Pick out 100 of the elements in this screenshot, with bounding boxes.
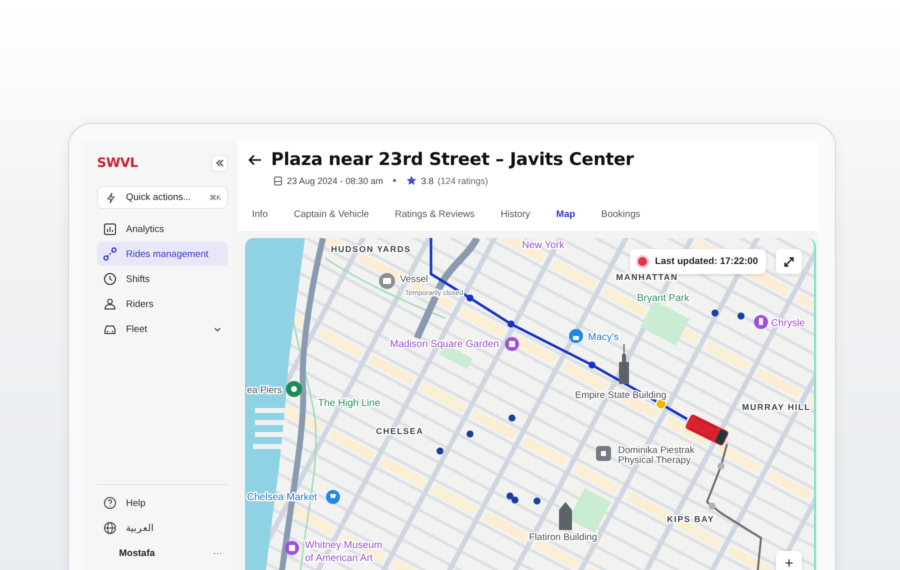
building-block xyxy=(551,260,596,290)
map-label: Chrysle xyxy=(771,318,805,329)
stop-marker xyxy=(718,462,724,470)
location-pin-icon xyxy=(286,381,302,397)
stop-marker xyxy=(466,294,474,302)
building-block xyxy=(768,470,812,500)
museum-pin-icon xyxy=(285,541,299,555)
tab[interactable]: Captain & Vehicle xyxy=(280,205,382,231)
map-label: Dominika Piestrak xyxy=(618,445,695,456)
map-label: CHELSEA xyxy=(376,426,424,436)
subway-icon xyxy=(712,310,718,316)
help-link[interactable]: Help xyxy=(97,491,228,515)
building-block xyxy=(318,328,363,358)
map-label: Physical Therapy xyxy=(618,455,691,466)
bus-icon xyxy=(273,176,283,186)
back-arrow-icon xyxy=(248,154,262,166)
language-link[interactable]: العربية xyxy=(97,516,228,540)
building-block xyxy=(460,308,506,338)
more-button[interactable]: ··· xyxy=(213,548,222,558)
subway-icon xyxy=(508,414,516,422)
ride-date: 23 Aug 2024 - 08:30 am xyxy=(287,176,384,186)
map-label: MURRAY HILL xyxy=(742,402,811,412)
help-icon xyxy=(103,496,117,510)
map-label: New York xyxy=(522,240,564,251)
tab[interactable]: Info xyxy=(248,205,281,231)
tower-pin-icon xyxy=(754,315,768,329)
route-icon xyxy=(103,247,117,261)
building-block xyxy=(369,355,414,385)
collapse-button[interactable] xyxy=(211,154,228,172)
map-label: KIPS BAY xyxy=(667,514,714,524)
camera-pin-icon xyxy=(379,273,395,289)
tab[interactable]: Bookings xyxy=(588,205,654,231)
building-block xyxy=(512,334,556,364)
building-block xyxy=(756,368,802,398)
square-pin-icon xyxy=(596,446,611,461)
subway-icon xyxy=(738,312,744,320)
separator-dot xyxy=(393,179,396,182)
people-icon xyxy=(103,297,117,311)
building-block xyxy=(482,512,528,542)
tab[interactable]: Ratings & Reviews xyxy=(382,205,488,231)
building-block xyxy=(728,546,772,570)
building-block xyxy=(716,444,762,474)
ride-title: Plaza near 23rd Street – Javits Center xyxy=(271,150,634,170)
map-label: HUDSON YARDS xyxy=(331,244,412,254)
expand-icon xyxy=(783,256,795,268)
building-block xyxy=(380,458,426,488)
tab[interactable]: History xyxy=(488,205,544,231)
nav-item[interactable]: Rides management xyxy=(97,242,228,266)
tab[interactable]: Map xyxy=(543,205,588,231)
building-block xyxy=(472,410,516,440)
stop-marker xyxy=(508,320,514,328)
subway-icon xyxy=(466,430,474,438)
nav-item[interactable]: Analytics xyxy=(97,217,228,241)
building-block xyxy=(562,362,608,392)
star-icon xyxy=(406,175,418,186)
lightning-icon xyxy=(105,192,117,204)
clock-icon xyxy=(103,272,117,286)
app-logo: SWVL xyxy=(97,156,138,170)
lock-pin-icon xyxy=(569,329,583,343)
map-label: Vessel xyxy=(400,274,428,285)
double-chevron-icon xyxy=(214,158,224,168)
zoom-in-button[interactable]: + xyxy=(776,551,802,570)
nav-item[interactable]: Riders xyxy=(97,292,228,316)
van-icon xyxy=(684,414,730,446)
cart-pin-icon xyxy=(326,490,340,504)
current-stop-marker xyxy=(656,398,666,410)
stop-marker xyxy=(708,502,716,510)
building-block xyxy=(705,341,750,371)
globe-icon xyxy=(103,521,117,535)
building-block xyxy=(574,464,619,494)
map-label: Macy's xyxy=(588,332,619,343)
back-button[interactable] xyxy=(248,154,262,166)
nav-item[interactable]: Shifts xyxy=(97,267,228,291)
museum-pin-icon xyxy=(505,337,519,351)
subway-icon xyxy=(436,448,444,454)
building-block xyxy=(522,437,568,467)
chart-icon xyxy=(103,222,117,236)
nav-item[interactable]: Fleet xyxy=(97,317,228,341)
building-block xyxy=(329,430,374,460)
building-block xyxy=(420,382,466,412)
building-block xyxy=(500,238,546,262)
skyscraper-icon xyxy=(619,344,629,384)
map-label: The High Line xyxy=(318,398,380,409)
map-label: MANHATTAN xyxy=(616,272,678,282)
stop-marker xyxy=(588,362,596,368)
map-label: Whitney Museum xyxy=(305,540,382,551)
map-label: Flatiron Building xyxy=(529,532,598,543)
fullscreen-button[interactable] xyxy=(776,249,802,274)
user-name: Mostafa xyxy=(119,548,155,558)
building-block xyxy=(432,484,477,514)
map-label: of American Art xyxy=(305,553,373,564)
ratings-count: (124 ratings) xyxy=(438,176,488,186)
map-label: ea Piers xyxy=(247,385,282,396)
map-label: Madison Square Garden xyxy=(390,339,499,350)
skyscraper-icon xyxy=(559,502,572,530)
map-label: Bryant Park xyxy=(637,293,690,304)
subway-icon xyxy=(534,498,540,504)
last-updated-text: Last updated: 17:22:00 xyxy=(655,256,758,267)
live-dot-icon xyxy=(638,257,648,266)
rating-value: 3.8 xyxy=(421,176,434,186)
